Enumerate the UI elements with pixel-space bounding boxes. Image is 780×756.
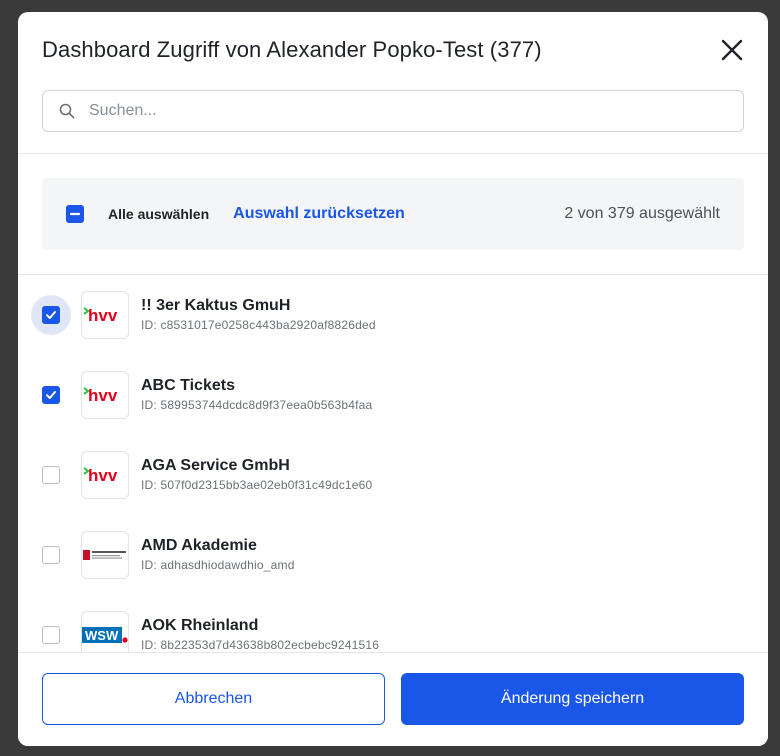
reset-selection-link[interactable]: Auswahl zurücksetzen bbox=[233, 205, 405, 223]
close-button[interactable] bbox=[718, 36, 746, 64]
item-name: AOK Rheinland bbox=[141, 616, 259, 634]
item-id: ID: c8531017e0258c443ba2920af8826ded bbox=[141, 317, 376, 332]
hvv-logo-icon: hvv bbox=[83, 306, 118, 325]
item-name: ABC Tickets bbox=[141, 376, 235, 394]
item-checkbox-wrap[interactable] bbox=[31, 295, 71, 335]
svg-text:hvv: hvv bbox=[88, 386, 118, 405]
divider bbox=[18, 153, 768, 154]
list-item[interactable]: WSW AOK Rheinland ID: 8b22353d7d43638b80… bbox=[18, 595, 768, 655]
item-checkbox-wrap[interactable] bbox=[41, 385, 61, 405]
item-id: ID: 8b22353d7d43638b802ecbebc9241516 bbox=[141, 637, 380, 652]
item-checkbox-wrap[interactable] bbox=[41, 465, 61, 485]
checkmark-icon bbox=[46, 311, 56, 319]
cancel-button[interactable]: Abbrechen bbox=[42, 673, 385, 725]
save-button[interactable]: Änderung speichern bbox=[401, 673, 744, 725]
company-logo bbox=[81, 531, 129, 579]
search-input[interactable] bbox=[89, 91, 743, 131]
item-checkbox[interactable] bbox=[42, 306, 60, 324]
select-all-label[interactable]: Alle auswählen bbox=[108, 206, 209, 222]
list-item[interactable]: hvv AGA Service GmbH ID: 507f0d2315bb3ae… bbox=[18, 435, 768, 515]
search-field[interactable] bbox=[42, 90, 744, 132]
svg-text:WSW: WSW bbox=[85, 628, 119, 643]
item-id: ID: adhasdhiodawdhio_amd bbox=[141, 557, 295, 572]
amd-akademie-logo-icon bbox=[83, 550, 126, 560]
dialog-title: Dashboard Zugriff von Alexander Popko-Te… bbox=[42, 37, 542, 62]
company-list: hvv !! 3er Kaktus GmuH ID: c8531017e0258… bbox=[18, 275, 768, 655]
svg-text:hvv: hvv bbox=[88, 306, 118, 325]
item-checkbox-wrap[interactable] bbox=[41, 545, 61, 565]
company-logo: hvv bbox=[81, 371, 129, 419]
item-checkbox-wrap[interactable] bbox=[41, 625, 61, 645]
item-name: AMD Akademie bbox=[141, 536, 257, 554]
close-icon bbox=[721, 39, 743, 61]
item-name: AGA Service GmbH bbox=[141, 456, 290, 474]
list-item[interactable]: AMD Akademie ID: adhasdhiodawdhio_amd bbox=[18, 515, 768, 595]
hvv-logo-icon: hvv bbox=[83, 466, 118, 485]
minus-icon bbox=[69, 212, 81, 216]
hvv-logo-icon: hvv bbox=[83, 386, 118, 405]
company-logo: hvv bbox=[81, 291, 129, 339]
wsw-logo-icon: WSW bbox=[82, 627, 128, 643]
item-checkbox[interactable] bbox=[42, 626, 60, 644]
access-dialog: Dashboard Zugriff von Alexander Popko-Te… bbox=[18, 12, 768, 746]
checkmark-icon bbox=[46, 391, 56, 399]
company-logo: hvv bbox=[81, 451, 129, 499]
select-all-checkbox[interactable] bbox=[66, 205, 84, 223]
list-item[interactable]: hvv ABC Tickets ID: 589953744dcdc8d9f37e… bbox=[18, 355, 768, 435]
selection-count: 2 von 379 ausgewählt bbox=[564, 205, 720, 222]
item-checkbox[interactable] bbox=[42, 466, 60, 484]
item-checkbox[interactable] bbox=[42, 386, 60, 404]
item-name: !! 3er Kaktus GmuH bbox=[141, 296, 291, 314]
dialog-footer: Abbrechen Änderung speichern bbox=[18, 652, 768, 746]
selection-bar: Alle auswählen Auswahl zurücksetzen 2 vo… bbox=[42, 178, 744, 250]
search-icon bbox=[59, 103, 75, 119]
item-id: ID: 589953744dcdc8d9f37eea0b563b4faa bbox=[141, 397, 373, 412]
svg-text:hvv: hvv bbox=[88, 466, 118, 485]
company-logo: WSW bbox=[81, 611, 129, 655]
item-checkbox[interactable] bbox=[42, 546, 60, 564]
dialog-header: Dashboard Zugriff von Alexander Popko-Te… bbox=[18, 12, 768, 88]
item-id: ID: 507f0d2315bb3ae02eb0f31c49dc1e60 bbox=[141, 477, 373, 492]
list-item[interactable]: hvv !! 3er Kaktus GmuH ID: c8531017e0258… bbox=[18, 275, 768, 355]
